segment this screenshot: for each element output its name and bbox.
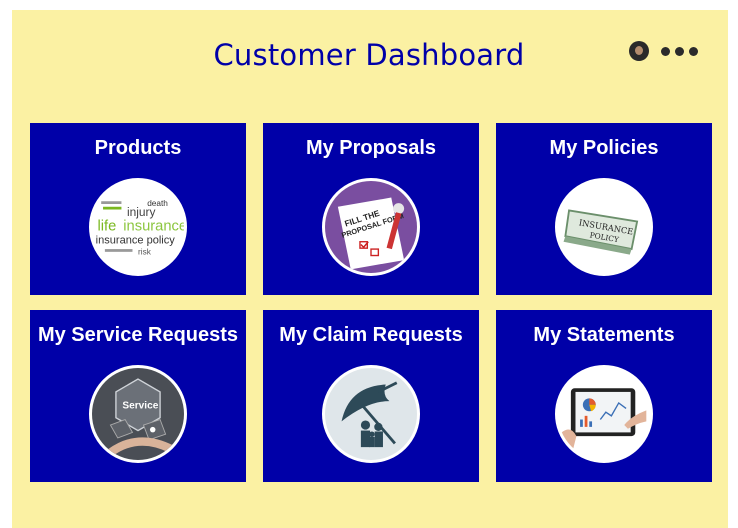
- tile-label: My Proposals: [305, 137, 437, 159]
- more-dot-icon: [675, 46, 684, 56]
- wordcloud-word: risk: [138, 248, 152, 257]
- tile-my-service-requests[interactable]: My Service Requests Service: [30, 310, 246, 482]
- wordcloud-word: insurance: [123, 219, 184, 235]
- service-icon: Service: [89, 365, 187, 463]
- wordcloud-word: insurance policy: [96, 235, 176, 247]
- tile-label: My Statements: [533, 324, 675, 346]
- user-avatar[interactable]: [629, 41, 649, 61]
- umbrella-family-icon: [322, 365, 420, 463]
- tablet-charts-icon: [555, 365, 653, 463]
- tile-my-claim-requests[interactable]: My Claim Requests: [263, 310, 479, 482]
- page-title: Customer Dashboard: [213, 38, 525, 72]
- more-dot-icon: [661, 46, 670, 56]
- tile-label: My Policies: [549, 137, 659, 159]
- insurance-wordcloud-icon: death injury life insurance insurance po…: [89, 178, 187, 276]
- wordcloud-word: injury: [127, 205, 156, 219]
- tile-label: My Claim Requests: [279, 324, 463, 346]
- wordcloud-word: life: [98, 219, 117, 235]
- tile-my-proposals[interactable]: My Proposals FILL THE PROPOSAL FORM: [263, 123, 479, 295]
- tile-label: My Service Requests: [37, 324, 239, 346]
- tile-products[interactable]: Products death injury life insurance ins…: [30, 123, 246, 295]
- tile-label: Products: [94, 137, 182, 159]
- insurance-policy-icon: INSURANCE POLICY: [555, 178, 653, 276]
- service-text: Service: [122, 400, 158, 411]
- more-options-button[interactable]: [661, 45, 701, 57]
- tile-my-statements[interactable]: My Statements: [496, 310, 712, 482]
- tile-my-policies[interactable]: My Policies INSURANCE POLICY: [496, 123, 712, 295]
- avatar-face: [635, 46, 643, 55]
- more-dot-icon: [689, 46, 698, 56]
- proposal-form-icon: FILL THE PROPOSAL FORM: [322, 178, 420, 276]
